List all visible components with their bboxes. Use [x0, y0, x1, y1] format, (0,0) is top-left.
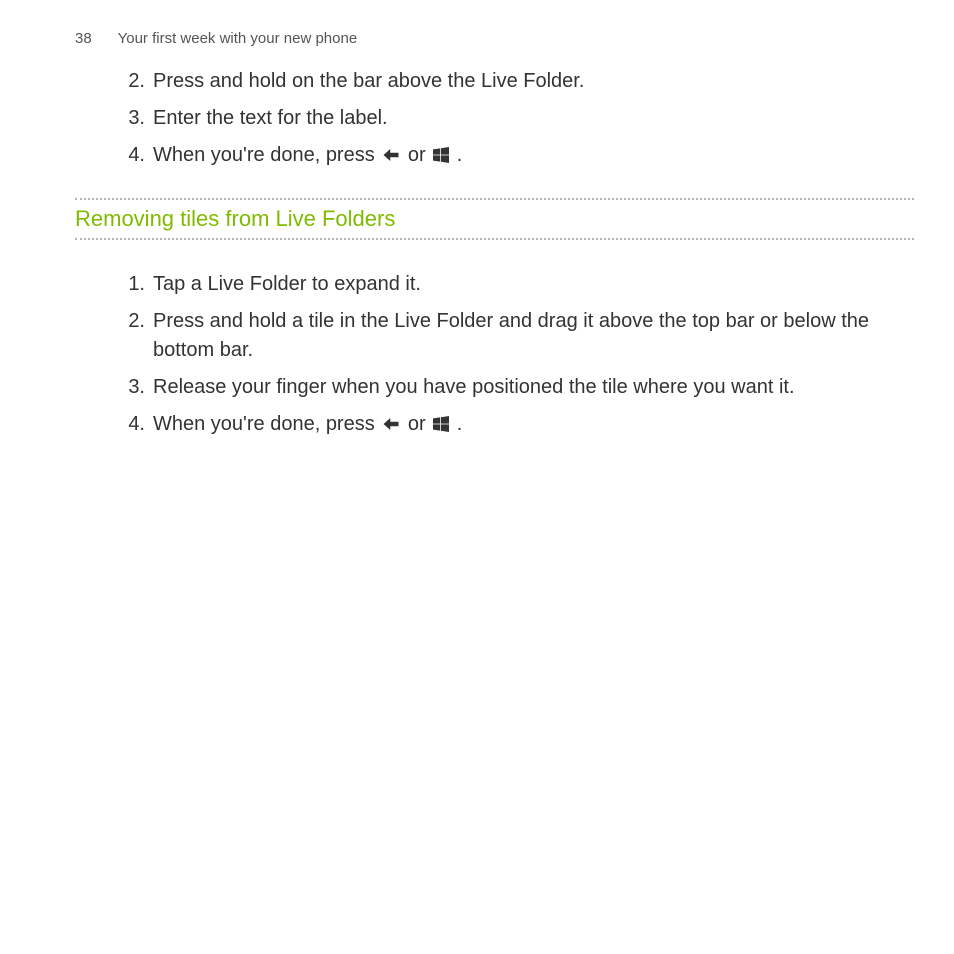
- item-number: 3.: [103, 104, 145, 133]
- windows-icon: [433, 412, 449, 441]
- item-text: Release your finger when you have positi…: [153, 376, 795, 398]
- item-text: Press and hold on the bar above the Live…: [153, 70, 584, 92]
- list-item: 3. Enter the text for the label.: [75, 104, 914, 133]
- list-item: 4. When you're done, press or .: [75, 410, 914, 441]
- list-item: 3. Release your finger when you have pos…: [75, 373, 914, 402]
- windows-icon: [433, 143, 449, 172]
- back-arrow-icon: [382, 412, 400, 441]
- item-text: Tap a Live Folder to expand it.: [153, 273, 421, 295]
- item-number: 1.: [103, 270, 145, 299]
- list-item: 1. Tap a Live Folder to expand it.: [75, 270, 914, 299]
- document-page: 38 Your first week with your new phone 2…: [0, 0, 954, 954]
- item-text-suffix: .: [457, 144, 463, 166]
- instruction-list-bottom: 1. Tap a Live Folder to expand it. 2. Pr…: [75, 270, 914, 441]
- page-number: 38: [75, 30, 92, 47]
- instruction-list-top: 2. Press and hold on the bar above the L…: [75, 67, 914, 172]
- item-number: 4.: [103, 410, 145, 439]
- item-number: 2.: [103, 307, 145, 336]
- item-number: 4.: [103, 141, 145, 170]
- section-heading: Removing tiles from Live Folders: [75, 198, 914, 240]
- item-text: Enter the text for the label.: [153, 107, 388, 129]
- item-number: 2.: [103, 67, 145, 96]
- list-item: 2. Press and hold a tile in the Live Fol…: [75, 307, 914, 365]
- chapter-title: Your first week with your new phone: [118, 30, 358, 47]
- list-item: 4. When you're done, press or .: [75, 141, 914, 172]
- item-text-mid: or: [408, 144, 431, 166]
- page-header: 38 Your first week with your new phone: [75, 30, 914, 47]
- item-text-prefix: When you're done, press: [153, 413, 380, 435]
- item-text-suffix: .: [457, 413, 463, 435]
- item-text-prefix: When you're done, press: [153, 144, 380, 166]
- back-arrow-icon: [382, 143, 400, 172]
- item-text: Press and hold a tile in the Live Folder…: [153, 310, 869, 361]
- item-text-mid: or: [408, 413, 431, 435]
- list-item: 2. Press and hold on the bar above the L…: [75, 67, 914, 96]
- item-number: 3.: [103, 373, 145, 402]
